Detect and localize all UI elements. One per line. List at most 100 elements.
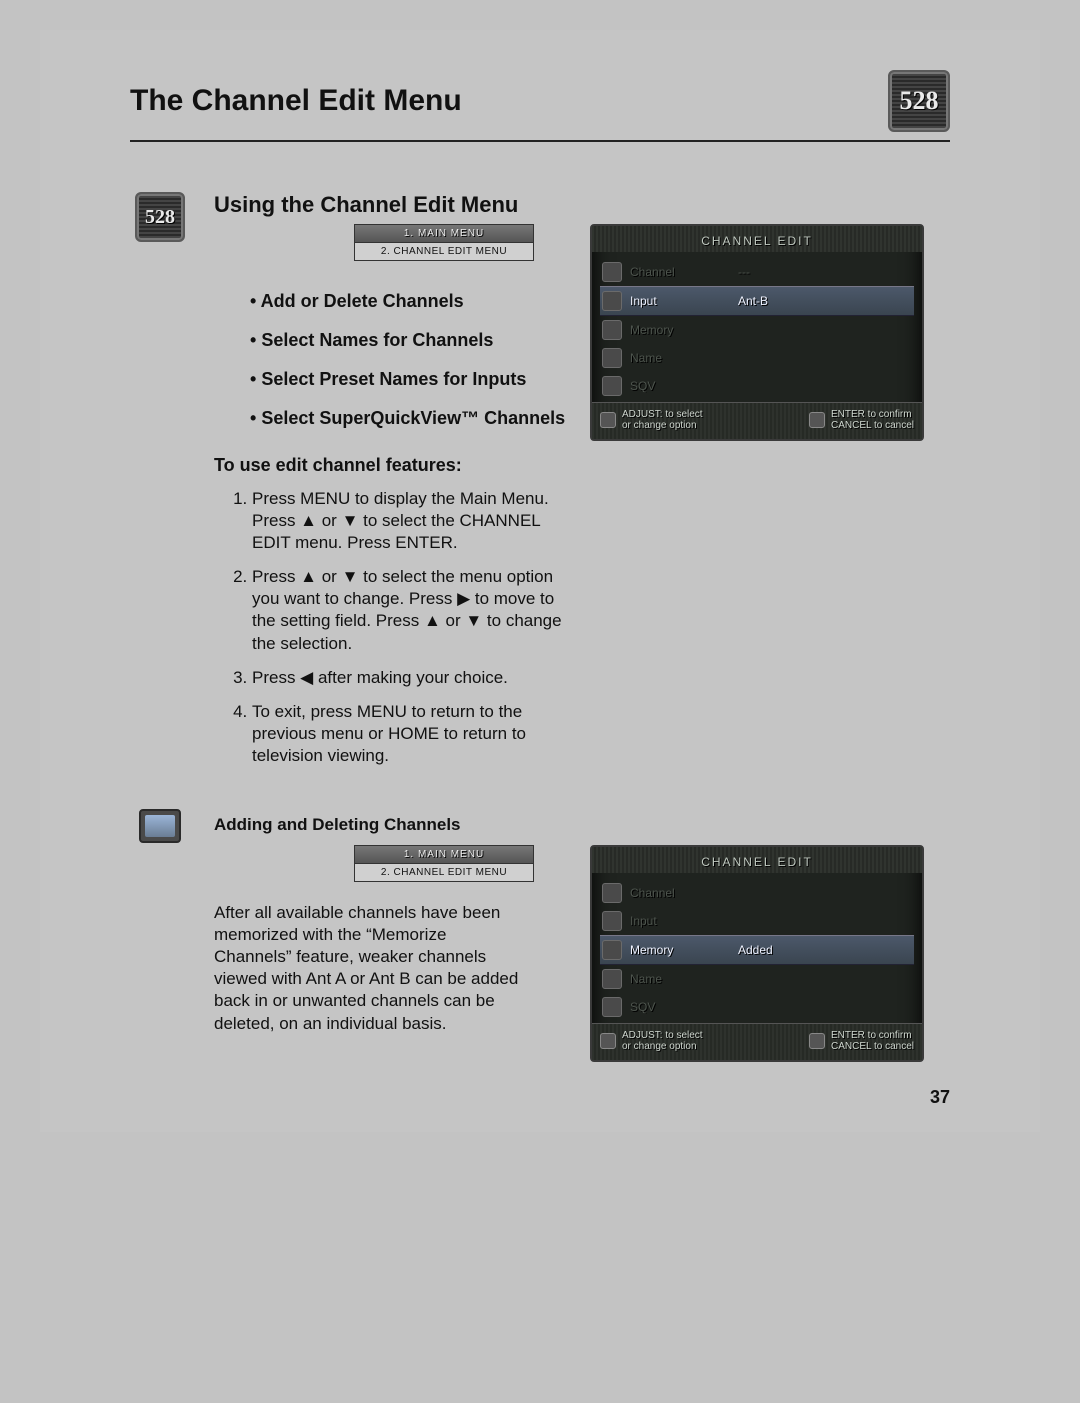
section-using-channel-edit: 528 Using the Channel Edit Menu 1. MAIN …	[130, 192, 950, 779]
adjust-icon	[600, 412, 616, 428]
name-icon	[602, 348, 622, 368]
document-page: The Channel Edit Menu 528 528 Using the …	[40, 30, 1040, 1132]
step-2: Press ▲ or ▼ to select the menu option y…	[252, 566, 570, 654]
section-heading: Using the Channel Edit Menu	[214, 192, 950, 218]
breadcrumb-pill: 1. MAIN MENU 2. CHANNEL EDIT MENU	[354, 224, 534, 261]
section1-grid: 1. MAIN MENU 2. CHANNEL EDIT MENU Add or…	[214, 224, 950, 779]
section1-right: CHANNEL EDIT Channel --- Input Ant-B	[590, 224, 950, 441]
osd-footer: ADJUST: to select or change option ENTER…	[592, 402, 922, 439]
osd-row-name: Name	[600, 344, 914, 372]
section2-right: CHANNEL EDIT Channel Input	[590, 845, 950, 1062]
osd-footer-right-top: ENTER to confirm	[831, 409, 912, 420]
page-title: The Channel Edit Menu	[130, 84, 462, 118]
osd-row-sqv: SQV	[600, 993, 914, 1021]
section2-grid: 1. MAIN MENU 2. CHANNEL EDIT MENU After …	[214, 845, 950, 1062]
osd-row-channel: Channel	[600, 879, 914, 907]
osd-row-memory: Memory Added	[600, 935, 914, 965]
osd-footer-left-top: ADJUST: to select	[622, 409, 703, 420]
osd-footer-left: ADJUST: to select or change option	[600, 1030, 703, 1052]
sqv-icon	[602, 997, 622, 1017]
adjust-icon	[600, 1033, 616, 1049]
osd-row-label: Channel	[630, 886, 730, 900]
osd-screenshot-1: CHANNEL EDIT Channel --- Input Ant-B	[590, 224, 924, 441]
osd-screenshot-2: CHANNEL EDIT Channel Input	[590, 845, 924, 1062]
osd-row-value: Ant-B	[738, 294, 912, 308]
osd-footer-left-top: ADJUST: to select	[622, 1030, 703, 1041]
section-body: Adding and Deleting Channels 1. MAIN MEN…	[214, 809, 950, 1062]
osd-row-label: Memory	[630, 323, 730, 337]
breadcrumb-line1: 1. MAIN MENU	[354, 845, 534, 864]
section-adding-deleting: Adding and Deleting Channels 1. MAIN MEN…	[130, 809, 950, 1062]
osd-footer-right-top: ENTER to confirm	[831, 1030, 912, 1041]
breadcrumb-line2: 2. CHANNEL EDIT MENU	[354, 243, 534, 261]
channel-icon	[602, 262, 622, 282]
step-4: To exit, press MENU to return to the pre…	[252, 701, 570, 767]
osd-footer-right-text: ENTER to confirm CANCEL to cancel	[831, 409, 914, 431]
feature-bullets: Add or Delete Channels Select Names for …	[250, 291, 570, 429]
subsection-heading: Adding and Deleting Channels	[214, 815, 950, 835]
osd-footer-right-bottom: CANCEL to cancel	[831, 420, 914, 431]
osd-row-label: Input	[630, 294, 730, 308]
osd-row-value: Added	[738, 943, 912, 957]
osd-footer-left-text: ADJUST: to select or change option	[622, 409, 703, 431]
osd-footer-right: ENTER to confirm CANCEL to cancel	[809, 1030, 914, 1052]
bullet-3: Select Preset Names for Inputs	[250, 369, 570, 390]
osd-title: CHANNEL EDIT	[592, 226, 922, 252]
input-icon	[602, 291, 622, 311]
osd-rows: Channel Input Memory Add	[592, 873, 922, 1023]
osd-row-label: Name	[630, 972, 730, 986]
step-1: Press MENU to display the Main Menu. Pre…	[252, 488, 570, 554]
chip-label: 528	[145, 206, 175, 229]
breadcrumb-line1: 1. MAIN MENU	[354, 224, 534, 243]
page-number: 37	[930, 1087, 950, 1108]
osd-title: CHANNEL EDIT	[592, 847, 922, 873]
sqv-icon	[602, 376, 622, 396]
osd-footer-left-bottom: or change option	[622, 1041, 697, 1052]
channel-icon	[602, 883, 622, 903]
osd-row-label: Name	[630, 351, 730, 365]
howto-title: To use edit channel features:	[214, 455, 570, 476]
bullet-1: Add or Delete Channels	[250, 291, 570, 312]
section2-paragraph: After all available channels have been m…	[214, 902, 524, 1035]
osd-footer-left-text: ADJUST: to select or change option	[622, 1030, 703, 1052]
bullet-2: Select Names for Channels	[250, 330, 570, 351]
breadcrumb-pill: 1. MAIN MENU 2. CHANNEL EDIT MENU	[354, 845, 534, 882]
osd-footer-right-text: ENTER to confirm CANCEL to cancel	[831, 1030, 914, 1052]
input-icon	[602, 911, 622, 931]
osd-row-channel: Channel ---	[600, 258, 914, 286]
osd-row-name: Name	[600, 965, 914, 993]
bullet-4: Select SuperQuickView™ Channels	[250, 408, 570, 429]
osd-row-label: Input	[630, 914, 730, 928]
step-3: Press ◀ after making your choice.	[252, 667, 570, 689]
osd-row-label: Channel	[630, 265, 730, 279]
osd-footer-left-bottom: or change option	[622, 420, 697, 431]
osd-row-input: Input	[600, 907, 914, 935]
osd-footer: ADJUST: to select or change option ENTER…	[592, 1023, 922, 1060]
tv-icon	[139, 809, 181, 843]
osd-row-memory: Memory	[600, 316, 914, 344]
osd-row-sqv: SQV	[600, 372, 914, 400]
section-icon-column	[130, 809, 190, 843]
howto-steps: Press MENU to display the Main Menu. Pre…	[234, 488, 570, 767]
section1-left: 1. MAIN MENU 2. CHANNEL EDIT MENU Add or…	[214, 224, 570, 779]
osd-row-label: Memory	[630, 943, 730, 957]
name-icon	[602, 969, 622, 989]
osd-footer-right-bottom: CANCEL to cancel	[831, 1041, 914, 1052]
memory-icon	[602, 940, 622, 960]
chip-icon-small: 528	[135, 192, 185, 242]
section-body: Using the Channel Edit Menu 1. MAIN MENU…	[214, 192, 950, 779]
osd-footer-right: ENTER to confirm CANCEL to cancel	[809, 409, 914, 431]
enter-icon	[809, 412, 825, 428]
section2-left: 1. MAIN MENU 2. CHANNEL EDIT MENU After …	[214, 845, 570, 1035]
osd-row-label: SQV	[630, 379, 730, 393]
osd-row-value: ---	[738, 265, 912, 279]
page-header: The Channel Edit Menu 528	[130, 70, 950, 142]
osd-row-label: SQV	[630, 1000, 730, 1014]
enter-icon	[809, 1033, 825, 1049]
memory-icon	[602, 320, 622, 340]
section-icon-column: 528	[130, 192, 190, 242]
osd-row-input: Input Ant-B	[600, 286, 914, 316]
breadcrumb-line2: 2. CHANNEL EDIT MENU	[354, 864, 534, 882]
chip-icon-large: 528	[888, 70, 950, 132]
chip-label: 528	[900, 86, 939, 116]
